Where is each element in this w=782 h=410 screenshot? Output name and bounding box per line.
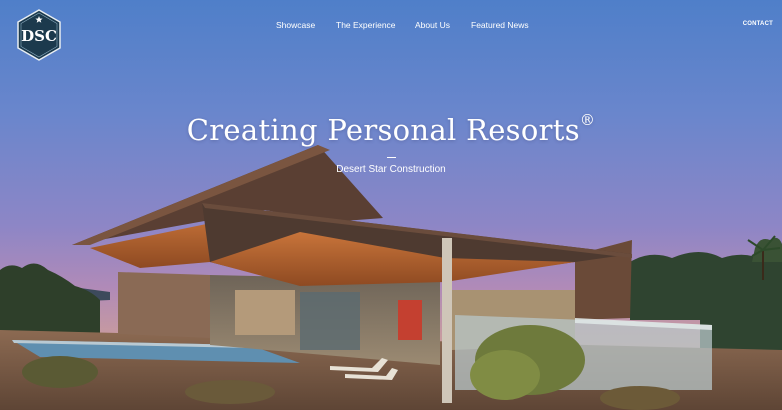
dsc-logo[interactable]: DSC (15, 9, 63, 61)
nav-item-featured-news[interactable]: Featured News (471, 20, 529, 30)
title-divider (387, 157, 396, 158)
nav-item-showcase[interactable]: Showcase (276, 20, 315, 30)
hero-title: Creating Personal Resorts® (0, 111, 782, 147)
nav-item-the-experience[interactable]: The Experience (336, 20, 396, 30)
hero-subtitle: Desert Star Construction (336, 164, 446, 175)
nav-item-about-us[interactable]: About Us (415, 20, 450, 30)
main-navigation: Showcase The Experience About Us Feature… (0, 20, 782, 34)
hero-house-image (0, 145, 782, 410)
contact-link[interactable]: CONTACT (743, 21, 773, 27)
hero-title-text: Creating Personal Resorts (186, 113, 580, 147)
registered-mark: ® (579, 111, 596, 129)
hero-section: DSC Showcase The Experience About Us Fea… (0, 0, 782, 410)
